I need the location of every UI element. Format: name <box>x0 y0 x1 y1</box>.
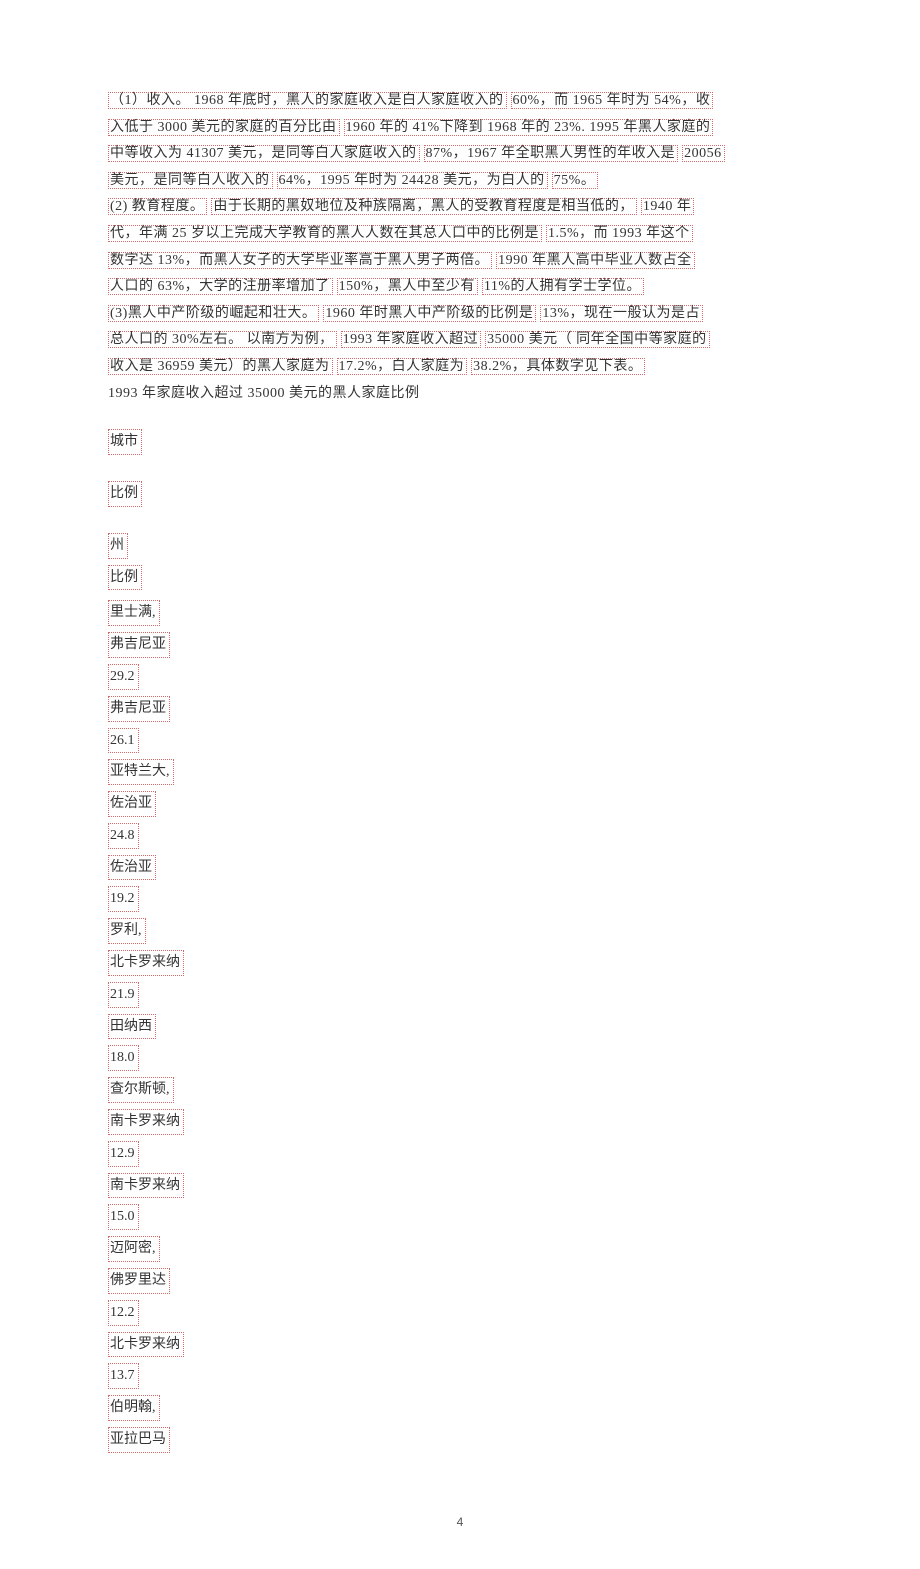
table-header-city: 城市 <box>108 427 812 457</box>
text-segment: 弗吉尼亚 <box>108 696 170 722</box>
text-segment: 1940 年 <box>641 198 695 215</box>
table-header-ratio: 比例 <box>108 479 812 509</box>
text-segment: 24.8 <box>108 823 139 849</box>
text-segment: 佐治亚 <box>108 791 156 817</box>
list-item: 迈阿密, <box>108 1234 812 1264</box>
list-item: 南卡罗来纳 <box>108 1107 812 1137</box>
text-segment: 20056 <box>682 145 725 162</box>
list-item: 弗吉尼亚 <box>108 694 812 724</box>
text-segment: 75%。 <box>552 172 599 189</box>
text-segment: 南卡罗来纳 <box>108 1109 184 1135</box>
list-item: 佐治亚 <box>108 789 812 819</box>
text-segment: 38.2%，具体数字见下表。 <box>471 358 645 375</box>
text-segment: 1960 年时黑人中产阶级的比例是 <box>323 305 536 322</box>
text-segment: 里士满, <box>108 600 160 626</box>
list-item: 田纳西 <box>108 1012 812 1042</box>
list-item: 北卡罗来纳 <box>108 1330 812 1360</box>
text-segment: 人口的 63%，大学的注册率增加了 <box>108 278 333 295</box>
text-segment: 佐治亚 <box>108 855 156 881</box>
text-segment: (2) 教育程度。 <box>108 198 207 215</box>
list-item: 北卡罗来纳 <box>108 948 812 978</box>
list-item: 佐治亚 <box>108 853 812 883</box>
text-segment: 弗吉尼亚 <box>108 632 170 658</box>
table-header-state: 州 <box>108 531 812 561</box>
text-segment: 比例 <box>108 481 142 507</box>
text-segment: 19.2 <box>108 886 139 912</box>
text-segment: 亚特兰大, <box>108 759 174 785</box>
text-segment: 87%，1967 年全职黑人男性的年收入是 <box>424 145 679 162</box>
list-item: 佛罗里达 <box>108 1266 812 1296</box>
text-segment: 美元，是同等白人收入的 <box>108 172 273 189</box>
text-segment: 罗利, <box>108 918 146 944</box>
text-segment: 北卡罗来纳 <box>108 1332 184 1358</box>
text-segment: 中等收入为 41307 美元，是同等白人家庭收入的 <box>108 145 420 162</box>
text-segment: 收入是 36959 美元）的黑人家庭为 <box>108 358 333 375</box>
text-segment: 13%，现在一般认为是占 <box>540 305 703 322</box>
list-item: 南卡罗来纳 <box>108 1171 812 1201</box>
list-item: 亚特兰大, <box>108 757 812 787</box>
text-segment: 21.9 <box>108 982 139 1008</box>
table-header-ratio2: 比例 <box>108 563 812 593</box>
text-segment: 60%，而 1965 年时为 54%，收 <box>511 92 714 109</box>
list-item: 19.2 <box>108 884 812 914</box>
text-segment: 田纳西 <box>108 1014 156 1040</box>
text-segment: 1960 年的 41%下降到 1968 年的 23%. 1995 年黑人家庭的 <box>344 119 714 136</box>
text-segment: 64%，1995 年时为 24428 美元，为白人的 <box>277 172 548 189</box>
text-segment: 数字达 13%，而黑人女子的大学毕业率高于黑人男子两倍。 <box>108 252 492 269</box>
text-segment: 北卡罗来纳 <box>108 950 184 976</box>
text-segment: 13.7 <box>108 1363 139 1389</box>
list-item: 13.7 <box>108 1361 812 1391</box>
text-segment: 29.2 <box>108 664 139 690</box>
text-segment: 佛罗里达 <box>108 1268 170 1294</box>
paragraph-1: （1）收入。 1968 年底时，黑人的家庭收入是白人家庭收入的 60%，而 19… <box>108 88 812 194</box>
text-segment: 150%，黑人中至少有 <box>337 278 478 295</box>
text-segment: 入低于 3000 美元的家庭的百分比由 <box>108 119 340 136</box>
text-segment: (3)黑人中产阶级的崛起和壮大。 <box>108 305 319 322</box>
paragraph-2: (2) 教育程度。 由于长期的黑奴地位及种族隔离，黑人的受教育程度是相当低的， … <box>108 194 812 300</box>
text-segment: 亚拉巴马 <box>108 1427 170 1453</box>
text-segment: 12.2 <box>108 1300 139 1326</box>
list-item: 12.9 <box>108 1139 812 1169</box>
list-item: 查尔斯顿, <box>108 1075 812 1105</box>
list-item: 29.2 <box>108 662 812 692</box>
text-segment: 26.1 <box>108 728 139 754</box>
document-page: （1）收入。 1968 年底时，黑人的家庭收入是白人家庭收入的 60%，而 19… <box>0 0 920 1569</box>
text-segment: 州 <box>108 533 128 559</box>
text-segment: 总人口的 30%左右。 以南方为例， <box>108 331 337 348</box>
text-segment: 35000 美元（ 同年全国中等家庭的 <box>485 331 710 348</box>
list-item: 伯明翰, <box>108 1393 812 1423</box>
text-segment: 17.2%，白人家庭为 <box>337 358 468 375</box>
text-segment: 比例 <box>108 565 142 591</box>
text-segment: 1993 年家庭收入超过 35000 美元的黑人家庭比例 <box>108 386 420 401</box>
list-item: 18.0 <box>108 1043 812 1073</box>
list-item: 15.0 <box>108 1202 812 1232</box>
text-segment: 城市 <box>108 429 142 455</box>
list-item: 亚拉巴马 <box>108 1425 812 1455</box>
page-number: 4 <box>108 1515 812 1529</box>
text-segment: 11%的人拥有学士学位。 <box>482 278 644 295</box>
text-segment: 代，年满 25 岁以上完成大学教育的黑人人数在其总人口中的比例是 <box>108 225 542 242</box>
text-segment: 18.0 <box>108 1045 139 1071</box>
list-item: 罗利, <box>108 916 812 946</box>
list-item: 弗吉尼亚 <box>108 630 812 660</box>
text-segment: 伯明翰, <box>108 1395 160 1421</box>
text-segment: 15.0 <box>108 1204 139 1230</box>
list-item: 12.2 <box>108 1298 812 1328</box>
text-segment: 12.9 <box>108 1141 139 1167</box>
data-list: 里士满, 弗吉尼亚 29.2 弗吉尼亚 26.1 亚特兰大, 佐治亚 24.8 佐治亚 19.2 罗… <box>108 598 812 1455</box>
text-segment: 1990 年黑人高中毕业人数占全 <box>496 252 695 269</box>
text-segment: 南卡罗来纳 <box>108 1173 184 1199</box>
paragraph-3: (3)黑人中产阶级的崛起和壮大。 1960 年时黑人中产阶级的比例是 13%，现… <box>108 301 812 381</box>
text-segment: 查尔斯顿, <box>108 1077 174 1103</box>
text-segment: 1993 年家庭收入超过 <box>341 331 482 348</box>
text-segment: 由于长期的黑奴地位及种族隔离，黑人的受教育程度是相当低的， <box>211 198 637 215</box>
list-item: 24.8 <box>108 821 812 851</box>
list-item: 21.9 <box>108 980 812 1010</box>
table-title: 1993 年家庭收入超过 35000 美元的黑人家庭比例 <box>108 381 812 408</box>
list-item: 26.1 <box>108 726 812 756</box>
text-segment: （1）收入。 1968 年底时，黑人的家庭收入是白人家庭收入的 <box>108 92 507 109</box>
text-segment: 迈阿密, <box>108 1236 160 1262</box>
text-segment: 1.5%，而 1993 年这个 <box>546 225 693 242</box>
list-item: 里士满, <box>108 598 812 628</box>
